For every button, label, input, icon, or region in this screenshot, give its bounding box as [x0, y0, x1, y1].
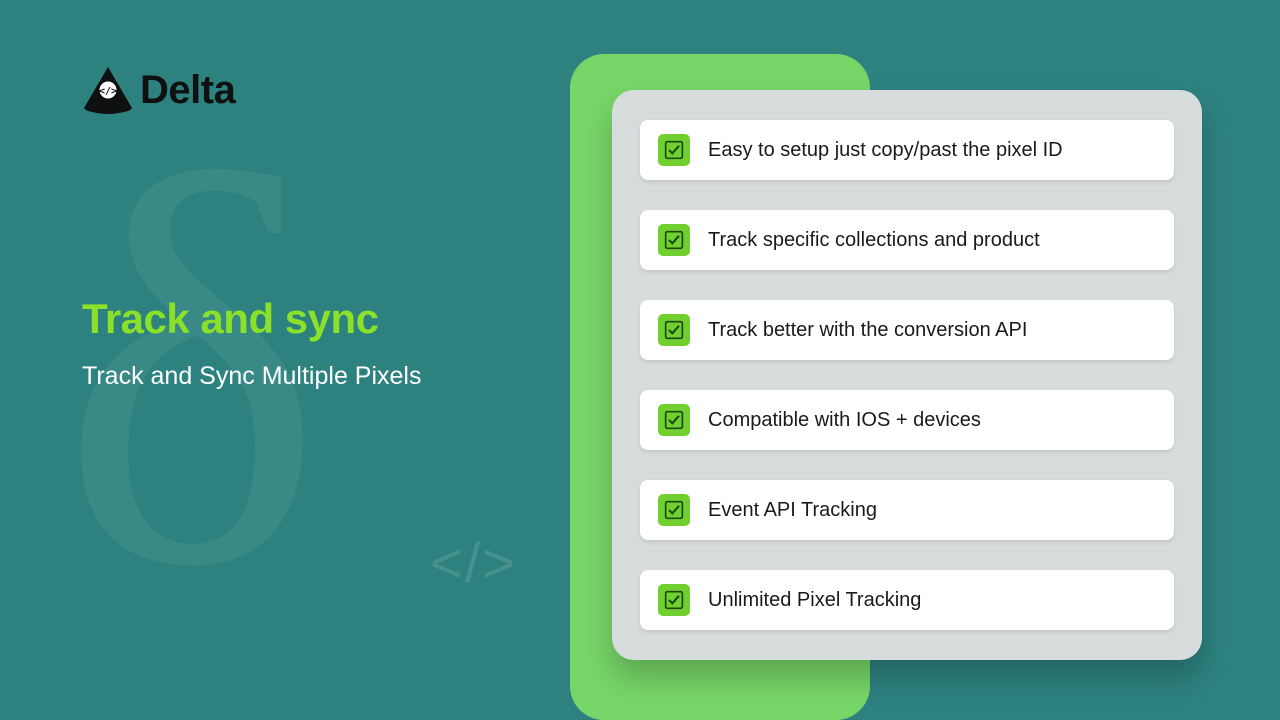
hero-headline: Track and sync [82, 295, 379, 343]
feature-item: Track specific collections and product [640, 210, 1174, 270]
logo-triangle-icon: </> [82, 64, 134, 116]
brand-name: Delta [140, 68, 235, 113]
feature-item: Track better with the conversion API [640, 300, 1174, 360]
feature-item: Compatible with IOS + devices [640, 390, 1174, 450]
feature-text: Track specific collections and product [708, 229, 1040, 252]
feature-item: Easy to setup just copy/past the pixel I… [640, 120, 1174, 180]
feature-text: Unlimited Pixel Tracking [708, 589, 921, 612]
background-code-glyph: </> [430, 530, 517, 595]
feature-card: Easy to setup just copy/past the pixel I… [612, 90, 1202, 660]
check-icon [658, 404, 690, 436]
feature-item: Event API Tracking [640, 480, 1174, 540]
brand-logo: </> Delta [82, 64, 235, 116]
feature-item: Unlimited Pixel Tracking [640, 570, 1174, 630]
feature-text: Event API Tracking [708, 499, 877, 522]
hero-subtitle: Track and Sync Multiple Pixels [82, 362, 421, 391]
svg-text:</>: </> [99, 86, 117, 97]
check-icon [658, 584, 690, 616]
check-icon [658, 314, 690, 346]
check-icon [658, 224, 690, 256]
feature-text: Track better with the conversion API [708, 319, 1027, 342]
check-icon [658, 494, 690, 526]
check-icon [658, 134, 690, 166]
feature-text: Compatible with IOS + devices [708, 409, 981, 432]
feature-text: Easy to setup just copy/past the pixel I… [708, 139, 1063, 162]
